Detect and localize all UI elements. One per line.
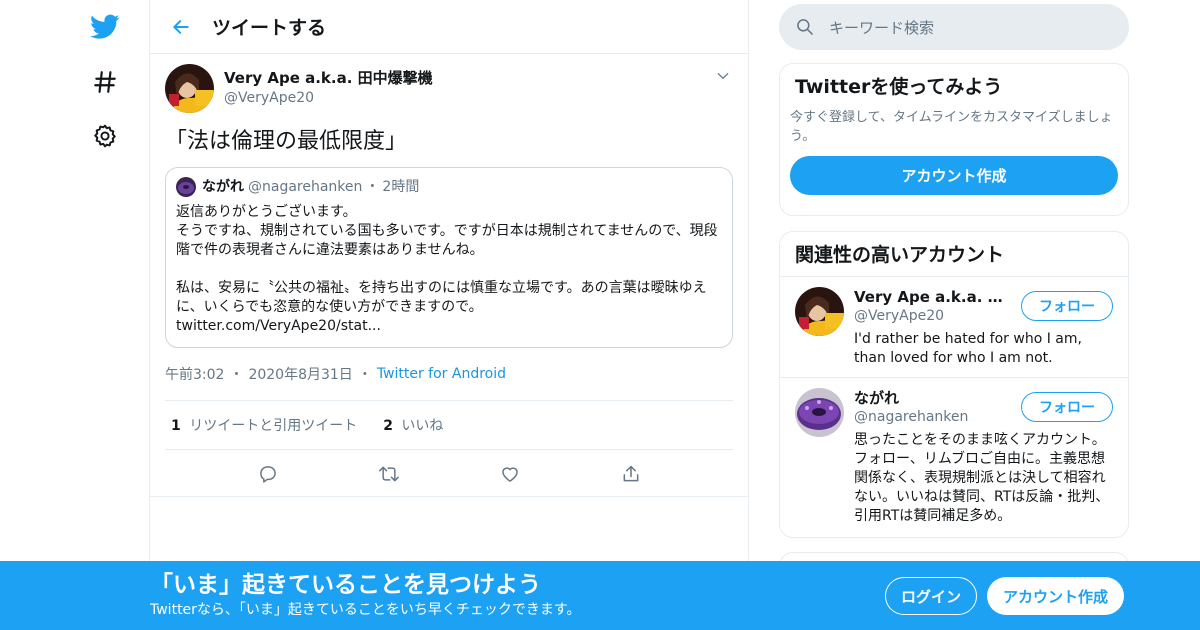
related-accounts-card: 関連性の高いアカウント Very Ape a.k.a. 田中爆撃機 @VeryA… <box>779 231 1129 538</box>
related-account-bio: I'd rather be hated for who I am, than l… <box>854 331 1082 366</box>
twitter-logo-icon[interactable] <box>88 10 122 44</box>
tweet-time[interactable]: 午前3:02 <box>165 364 224 384</box>
author-info: Very Ape a.k.a. 田中爆撃機 @VeryApe20 <box>224 68 433 108</box>
author-name[interactable]: Very Ape a.k.a. 田中爆撃機 <box>224 68 433 88</box>
tweet-menu-chevron-down-icon[interactable] <box>713 66 733 86</box>
related-accounts-title: 関連性の高いアカウント <box>780 232 1128 277</box>
signup-banner: 「いま」起きていることを見つけよう Twitterなら、「いま」起きていることを… <box>0 561 1200 630</box>
tweet-metadata: 午前3:02 ・ 2020年8月31日 ・ Twitter for Androi… <box>165 364 733 384</box>
banner-create-account-button[interactable]: アカウント作成 <box>987 577 1124 615</box>
tweet-stats: 1 リツイートと引用ツイート 2 いいね <box>165 400 733 450</box>
left-nav <box>0 0 150 630</box>
quoted-tweet[interactable]: ながれ @nagarehanken ・ 2時間 返信ありがとうございます。 そう… <box>165 167 733 348</box>
signup-promo-card: Twitterを使ってみよう 今すぐ登録して、タイムラインをカスタマイズしましょ… <box>779 63 1129 216</box>
retweet-stat[interactable]: 1 リツイートと引用ツイート <box>171 415 357 435</box>
banner-subtitle: Twitterなら、「いま」起きていることをいち早くチェックできます。 <box>150 602 581 618</box>
meta-separator: ・ <box>229 367 244 383</box>
author-handle[interactable]: @VeryApe20 <box>224 88 433 108</box>
quoted-tweet-text: 返信ありがとうございます。 そうですね、規制されている国も多いです。ですが日本は… <box>176 204 718 334</box>
like-count: 2 <box>383 418 393 434</box>
related-account-bio: 思ったことをそのまま呟くアカウント。フォロー、リムブロご自由に。主義思想関係なく… <box>854 432 1110 524</box>
author-avatar[interactable] <box>165 64 214 113</box>
like-label: いいね <box>401 418 444 434</box>
related-account-name[interactable]: Very Ape a.k.a. 田中爆撃機 <box>854 287 1014 307</box>
reply-icon <box>259 466 276 483</box>
app: ツイートする Very Ape a.k.a. 田中爆撃機 @VeryApe20 … <box>0 0 1200 630</box>
retweet-count: 1 <box>171 418 181 434</box>
reply-button[interactable] <box>248 454 288 494</box>
tweet-detail: Very Ape a.k.a. 田中爆撃機 @VeryApe20 「法は倫理の最… <box>150 54 748 497</box>
related-account-avatar[interactable] <box>795 287 844 336</box>
like-stat[interactable]: 2 いいね <box>383 415 443 435</box>
share-icon <box>623 465 638 482</box>
quoted-tweet-header: ながれ @nagarehanken ・ 2時間 <box>176 177 722 197</box>
follow-button[interactable]: フォロー <box>1021 392 1113 422</box>
share-button[interactable] <box>611 454 651 494</box>
quoted-author-handle: @nagarehanken <box>248 179 363 195</box>
retweet-button[interactable] <box>369 454 409 494</box>
tweet-actions <box>165 450 733 498</box>
retweet-label: リツイートと引用ツイート <box>189 418 358 434</box>
tweet-author-row: Very Ape a.k.a. 田中爆撃機 @VeryApe20 <box>165 64 733 113</box>
quoted-author-name: ながれ <box>202 179 244 195</box>
settings-gear-icon[interactable] <box>88 119 122 153</box>
related-account-item[interactable]: Very Ape a.k.a. 田中爆撃機 @VeryApe20 I'd rat… <box>780 277 1128 378</box>
page-title: ツイートする <box>212 17 327 39</box>
related-account-item[interactable]: ながれ @nagarehanken 思ったことをそのまま呟くアカウント。フォロー… <box>780 378 1128 536</box>
right-sidebar: キーワード検索 Twitterを使ってみよう 今すぐ登録して、タイムラインをカス… <box>779 0 1129 538</box>
explore-hashtag-icon[interactable] <box>88 65 122 99</box>
search-input[interactable]: キーワード検索 <box>779 4 1129 50</box>
like-button[interactable] <box>490 454 530 494</box>
tweet-text: 「法は倫理の最低限度」 <box>165 129 408 154</box>
create-account-button[interactable]: アカウント作成 <box>790 156 1118 195</box>
heart-icon <box>501 467 518 482</box>
related-account-name[interactable]: ながれ <box>854 388 1014 408</box>
follow-button[interactable]: フォロー <box>1021 291 1113 321</box>
back-arrow-icon <box>173 19 189 34</box>
header: ツイートする <box>150 0 748 54</box>
retweet-icon <box>378 466 399 482</box>
main-column: ツイートする Very Ape a.k.a. 田中爆撃機 @VeryApe20 … <box>149 0 749 630</box>
search-placeholder: キーワード検索 <box>829 18 935 37</box>
related-account-avatar[interactable] <box>795 388 844 437</box>
meta-separator: ・ <box>357 367 372 383</box>
search-icon <box>797 19 813 35</box>
quoted-time: 2時間 <box>382 179 420 195</box>
banner-title: 「いま」起きていることを見つけよう <box>150 572 541 598</box>
quoted-author-avatar <box>176 177 196 197</box>
quoted-separator: ・ <box>365 179 380 195</box>
tweet-date[interactable]: 2020年8月31日 <box>248 364 352 384</box>
login-button[interactable]: ログイン <box>885 577 977 615</box>
promo-title: Twitterを使ってみよう <box>795 76 1003 98</box>
promo-description: 今すぐ登録して、タイムラインをカスタマイズしましょう。 <box>790 110 1113 144</box>
tweet-source-link[interactable]: Twitter for Android <box>377 366 506 382</box>
back-button[interactable] <box>150 0 212 54</box>
